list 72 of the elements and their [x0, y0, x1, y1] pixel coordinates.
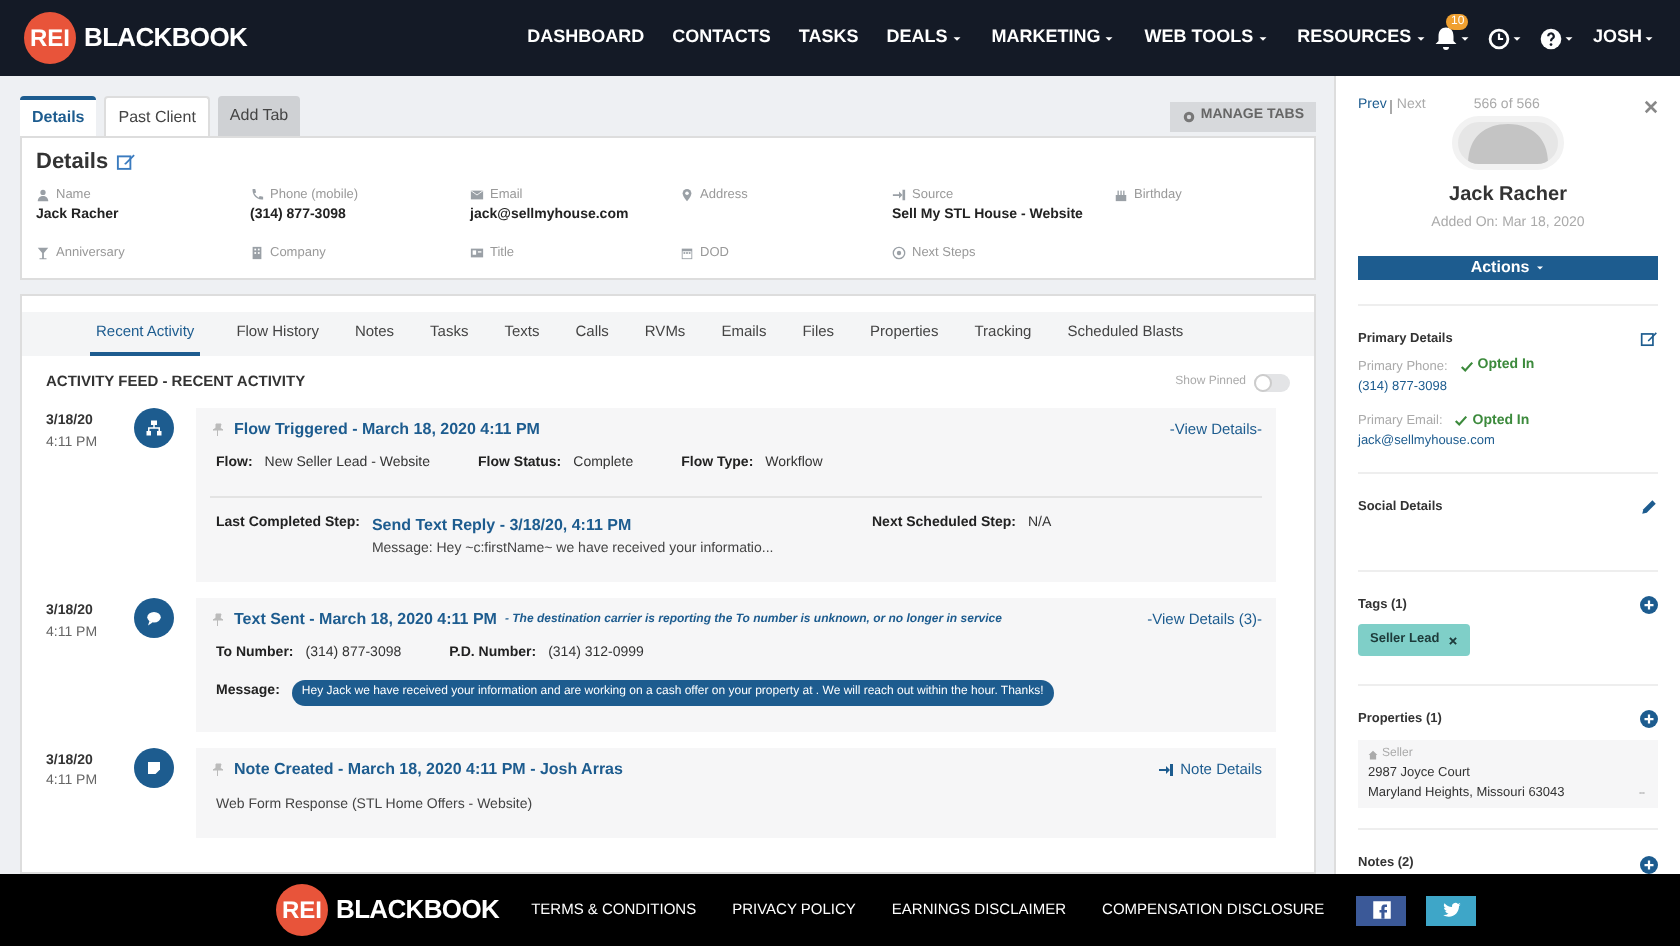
close-button[interactable]: [1644, 99, 1658, 114]
activity-type-icon: [134, 408, 174, 448]
caret-icon: [1642, 31, 1656, 45]
gear-icon: [1182, 110, 1197, 124]
phone-icon: [250, 187, 264, 202]
bell-icon: [1434, 26, 1459, 50]
help-button[interactable]: [1540, 27, 1577, 49]
section-title: Details: [36, 148, 109, 178]
pencil-icon: [1640, 498, 1658, 517]
nav-menu-item[interactable]: DEALS: [886, 24, 964, 52]
caret-icon: [1413, 31, 1428, 45]
nav-menu-item[interactable]: DASHBOARD: [527, 24, 645, 52]
id-card-icon: [470, 246, 484, 261]
pin-icon: [210, 422, 226, 438]
logo-badge: REI: [24, 12, 76, 64]
calendar-icon: [680, 246, 694, 261]
facebook-icon: [1371, 900, 1392, 920]
clock-icon: [1488, 27, 1511, 49]
activity-title: Flow Triggered - March 18, 2020 4:11 PM: [234, 418, 540, 442]
nav-menu-item[interactable]: MARKETING: [991, 24, 1117, 52]
help-icon: [1540, 27, 1563, 49]
caret-icon: [1510, 31, 1525, 45]
add-icon: [1640, 710, 1658, 729]
caret-icon: [1562, 31, 1577, 45]
facebook-button[interactable]: [1356, 895, 1407, 925]
logo-text: BLACKBOOK: [84, 20, 248, 57]
history-button[interactable]: [1488, 27, 1525, 49]
pin-icon: [210, 761, 226, 777]
add-tab-button[interactable]: Add Tab: [217, 96, 301, 136]
activity-type-icon: [134, 598, 174, 638]
avatar: [1452, 115, 1564, 170]
actions-button[interactable]: Actions: [1358, 255, 1658, 279]
step-link[interactable]: Send Text Reply - 3/18/20, 4:11 PM: [371, 513, 774, 537]
edit-icon: [116, 152, 137, 173]
edit-icon: [1640, 329, 1658, 348]
nav-menu-item[interactable]: TASKS: [798, 24, 859, 52]
glass-icon: [36, 246, 50, 261]
twitter-button[interactable]: [1426, 895, 1477, 925]
bird-icon: [1441, 900, 1462, 920]
nav-menu-item[interactable]: RESOURCES: [1297, 24, 1428, 52]
target-icon: [892, 246, 906, 261]
map-pin-icon: [680, 187, 694, 202]
contact-name: Jack Racher: [1449, 182, 1567, 210]
cake-icon: [1114, 187, 1128, 202]
logo-text: BLACKBOOK: [336, 892, 500, 929]
tab[interactable]: Past Client: [104, 96, 210, 136]
pin-icon: [210, 612, 226, 628]
notifications-button[interactable]: [1434, 26, 1473, 50]
caret-icon: [1255, 31, 1270, 45]
building-icon: [250, 246, 264, 261]
person-icon: [36, 187, 50, 202]
check-icon: [1454, 414, 1469, 429]
caret-icon: [1458, 31, 1473, 45]
add-icon: [1640, 595, 1658, 614]
home-icon: [1368, 749, 1378, 760]
activity-title: Text Sent - March 18, 2020 4:11 PM: [234, 608, 497, 632]
activity-type-icon: [134, 747, 174, 787]
caret-icon: [1102, 31, 1117, 45]
logo-badge: REI: [276, 884, 328, 936]
tab[interactable]: Details: [20, 96, 97, 136]
show-pinned-toggle[interactable]: [1254, 373, 1290, 391]
sign-in-icon: [892, 187, 906, 202]
nav-menu-item[interactable]: WEB TOOLS: [1144, 24, 1270, 52]
caret-icon: [949, 31, 964, 45]
sign-in-icon: [1158, 761, 1175, 777]
envelope-icon: [470, 187, 484, 202]
check-icon: [1459, 360, 1474, 374]
nav-menu-item[interactable]: CONTACTS: [672, 24, 771, 52]
caret-icon: [1533, 261, 1546, 273]
activity-title: Note Created - March 18, 2020 4:11 PM - Josh Arras: [234, 757, 623, 781]
user-menu[interactable]: JOSH: [1592, 24, 1656, 52]
remove-icon: [1447, 635, 1458, 646]
